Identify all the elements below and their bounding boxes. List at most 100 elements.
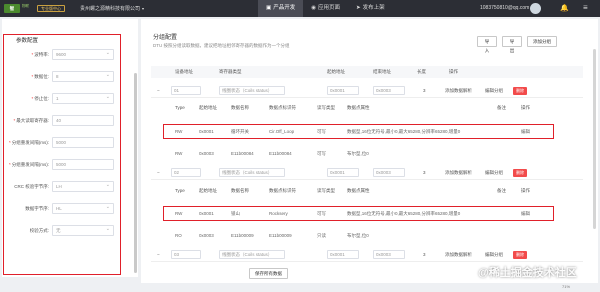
start-address-input[interactable]: 0x0001 <box>327 86 359 95</box>
delete-button[interactable]: 删除 <box>513 87 527 95</box>
add-group-button[interactable]: 添加分组 <box>527 36 557 47</box>
field-group-interval: *分组重发间隔(ms): 5000 <box>2 137 120 149</box>
col-header: 寄存器类型 <box>219 69 242 74</box>
export-button[interactable]: 导出 <box>502 36 522 53</box>
nav-app-pages[interactable]: ◉ 应用页面 <box>303 0 348 17</box>
checksum-select[interactable]: 无 <box>52 225 114 236</box>
dp-type: RW <box>175 129 183 134</box>
add-datapoint-link[interactable]: 添加数据解析 <box>445 252 472 258</box>
stop-bits-select[interactable]: 1 <box>52 93 114 104</box>
table-row: − 02 线圈状态（Coils status） 0x0001 0x0003 3 … <box>151 166 583 180</box>
dp-type: RW <box>175 151 183 156</box>
col-header: 数据点标识符 <box>269 188 296 193</box>
avatar[interactable] <box>530 3 541 14</box>
data-bits-select[interactable]: 8 <box>52 71 114 82</box>
top-bar: 智 物联 专业版中心 贵州螺之源精科技有限公司 ▾ ▣ 产品开发 ◉ 应用页面 ➤ 发布… <box>0 0 600 17</box>
device-address-input[interactable]: 01 <box>171 86 201 95</box>
dp-attr: 布尔型,位0 <box>347 151 369 156</box>
table-row: − 03 线圈状态（Coils status） 0x0001 0x0003 3 … <box>151 248 583 262</box>
main-nav: ▣ 产品开发 ◉ 应用页面 ➤ 发布上架 <box>258 0 393 17</box>
field-label: *停止位: <box>31 96 49 101</box>
field-label: *数据位: <box>31 74 49 79</box>
col-header: 数据点属性 <box>347 188 370 193</box>
end-address-input[interactable]: 0x0003 <box>373 250 405 259</box>
register-type-select[interactable]: 线圈状态（Coils status） <box>219 168 285 177</box>
col-header: Type <box>175 105 185 110</box>
dp-rw: 可写 <box>317 129 326 134</box>
max-registers-input[interactable]: 40 <box>52 115 114 126</box>
data-byte-order-select[interactable]: HL <box>52 203 114 214</box>
collapse-icon[interactable]: − <box>157 88 160 93</box>
register-type-select[interactable]: 线圈状态（Coils status） <box>219 86 285 95</box>
field-label: 数据字节序: <box>25 206 49 211</box>
dp-identifier: Cir.Off_Loop <box>269 129 295 134</box>
dp-identifier: E11b00009 <box>269 233 292 238</box>
edit-datapoint-link[interactable]: 编辑 <box>521 129 530 135</box>
add-datapoint-link[interactable]: 添加数据解析 <box>445 170 472 176</box>
col-header: Type <box>175 188 185 193</box>
col-header: 起始地址 <box>199 105 217 110</box>
edit-group-link[interactable]: 编辑分组 <box>485 252 503 258</box>
bell-icon[interactable]: 🔔 <box>560 4 569 12</box>
left-scrollbar[interactable] <box>134 73 137 273</box>
edit-datapoint-link[interactable]: 编辑 <box>521 211 530 217</box>
nav-label: 产品开发 <box>273 5 296 11</box>
panel-title: 参数配置 <box>16 38 39 44</box>
field-label: CRC 校验字节序: <box>14 184 49 189</box>
field-label: 校验方式: <box>29 228 49 233</box>
edit-group-link[interactable]: 编辑分组 <box>485 88 503 94</box>
field-group-retry-interval: *分组重发间隔(ms): 5000 <box>2 159 120 171</box>
zoom-level: 71% <box>562 284 571 289</box>
field-data-byte-order: 数据字节序: HL <box>2 203 120 215</box>
col-header: 数据名称 <box>231 188 249 193</box>
device-address-input[interactable]: 02 <box>171 168 201 177</box>
company-name: 贵州螺之源精科技有限公司 <box>80 6 141 12</box>
edition-badge[interactable]: 专业版中心 <box>37 5 65 12</box>
add-datapoint-link[interactable]: 添加数据解析 <box>445 88 472 94</box>
col-header: 读写类型 <box>317 105 335 110</box>
collapse-icon[interactable]: − <box>157 170 160 175</box>
group-retry-interval-input[interactable]: 5000 <box>52 159 114 170</box>
nav-label: 应用页面 <box>318 5 341 11</box>
length-value: 3 <box>423 170 426 175</box>
save-all-button[interactable]: 保存所有数据 <box>249 268 288 279</box>
field-baud-rate: *波特率: 9600 <box>2 49 120 61</box>
import-button[interactable]: 导入 <box>477 36 497 53</box>
col-header: 起始地址 <box>199 188 217 193</box>
menu-icon[interactable]: ≡ <box>583 3 588 12</box>
table-header: 设备地址 寄存器类型 起始地址 结束地址 长度 操作 <box>151 66 583 78</box>
baud-rate-select[interactable]: 9600 <box>52 49 114 60</box>
device-address-input[interactable]: 03 <box>171 250 201 259</box>
status-bar <box>0 283 600 292</box>
field-stop-bits: *停止位: 1 <box>2 93 120 105</box>
start-address-input[interactable]: 0x0001 <box>327 250 359 259</box>
field-label: *分组重发间隔(ms): <box>8 140 49 145</box>
dp-type: RO <box>175 233 182 238</box>
group-config-panel: 分组配置 DTU 按照分组读取数据，建议把地址相邻寄存器的数据作为一个分组 导入… <box>141 19 598 283</box>
edit-group-link[interactable]: 编辑分组 <box>485 170 503 176</box>
main-scrollbar[interactable] <box>593 49 596 229</box>
group-interval-input[interactable]: 5000 <box>52 137 114 148</box>
field-label: *最大读取寄存器: <box>13 118 49 123</box>
nav-product-dev[interactable]: ▣ 产品开发 <box>258 0 304 17</box>
logo[interactable]: 智 <box>4 4 20 13</box>
crc-byte-order-select[interactable]: LH <box>52 181 114 192</box>
field-max-registers: *最大读取寄存器: 40 <box>2 115 120 127</box>
table-row: − 01 线圈状态（Coils status） 0x0001 0x0003 3 … <box>151 84 583 98</box>
col-header: 数据点标识符 <box>269 105 296 110</box>
start-address-input[interactable]: 0x0001 <box>327 168 359 177</box>
dp-type: RW <box>175 211 183 216</box>
company-selector[interactable]: 贵州螺之源精科技有限公司 ▾ <box>80 5 144 13</box>
nav-publish[interactable]: ➤ 发布上架 <box>348 0 393 17</box>
watermark: @稀土掘金技术社区 <box>478 267 577 279</box>
delete-button[interactable]: 删除 <box>513 251 527 259</box>
end-address-input[interactable]: 0x0003 <box>373 168 405 177</box>
user-email[interactable]: 1083750810@qq.com <box>480 5 529 12</box>
app-icon: ◉ <box>311 5 317 11</box>
col-header: 数据名称 <box>231 105 249 110</box>
delete-button[interactable]: 删除 <box>513 169 527 177</box>
collapse-icon[interactable]: − <box>157 252 160 257</box>
col-header: 结束地址 <box>373 69 391 74</box>
end-address-input[interactable]: 0x0003 <box>373 86 405 95</box>
register-type-select[interactable]: 线圈状态（Coils status） <box>219 250 285 259</box>
